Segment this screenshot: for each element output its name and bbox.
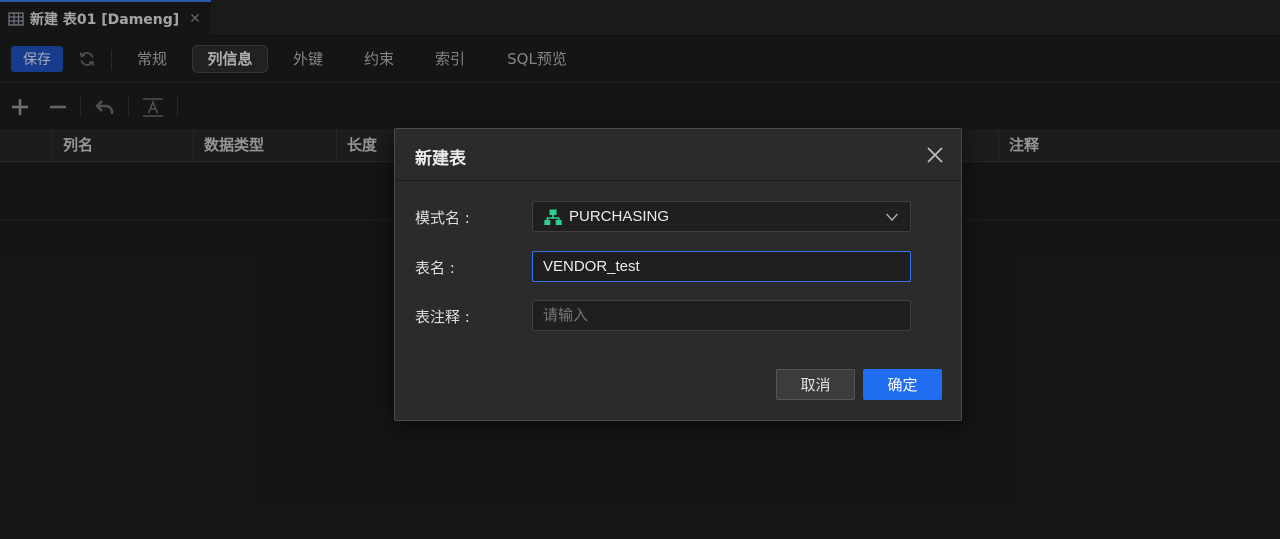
chevron-down-icon[interactable]: [885, 211, 899, 223]
dialog-header: 新建表: [395, 129, 961, 181]
table-comment-input[interactable]: [532, 300, 911, 331]
schema-icon: [544, 209, 562, 225]
table-comment-label: 表注释 :: [415, 308, 470, 326]
new-table-dialog: 新建表 模式名 : PURCHASING 表名 : 表: [394, 128, 962, 421]
table-name-label: 表名 :: [415, 259, 455, 277]
app-window: 新建 表01 [Dameng] ✕ 保存 常规 列信息 外键 约束 索引 SQL…: [0, 0, 1280, 539]
table-name-input[interactable]: [532, 251, 911, 282]
schema-select[interactable]: PURCHASING: [532, 201, 911, 232]
close-icon[interactable]: [925, 145, 945, 165]
cancel-button[interactable]: 取消: [776, 369, 855, 400]
confirm-button[interactable]: 确定: [863, 369, 942, 400]
schema-label: 模式名 :: [415, 209, 470, 227]
dialog-title: 新建表: [415, 149, 466, 169]
schema-select-value: PURCHASING: [569, 208, 670, 225]
